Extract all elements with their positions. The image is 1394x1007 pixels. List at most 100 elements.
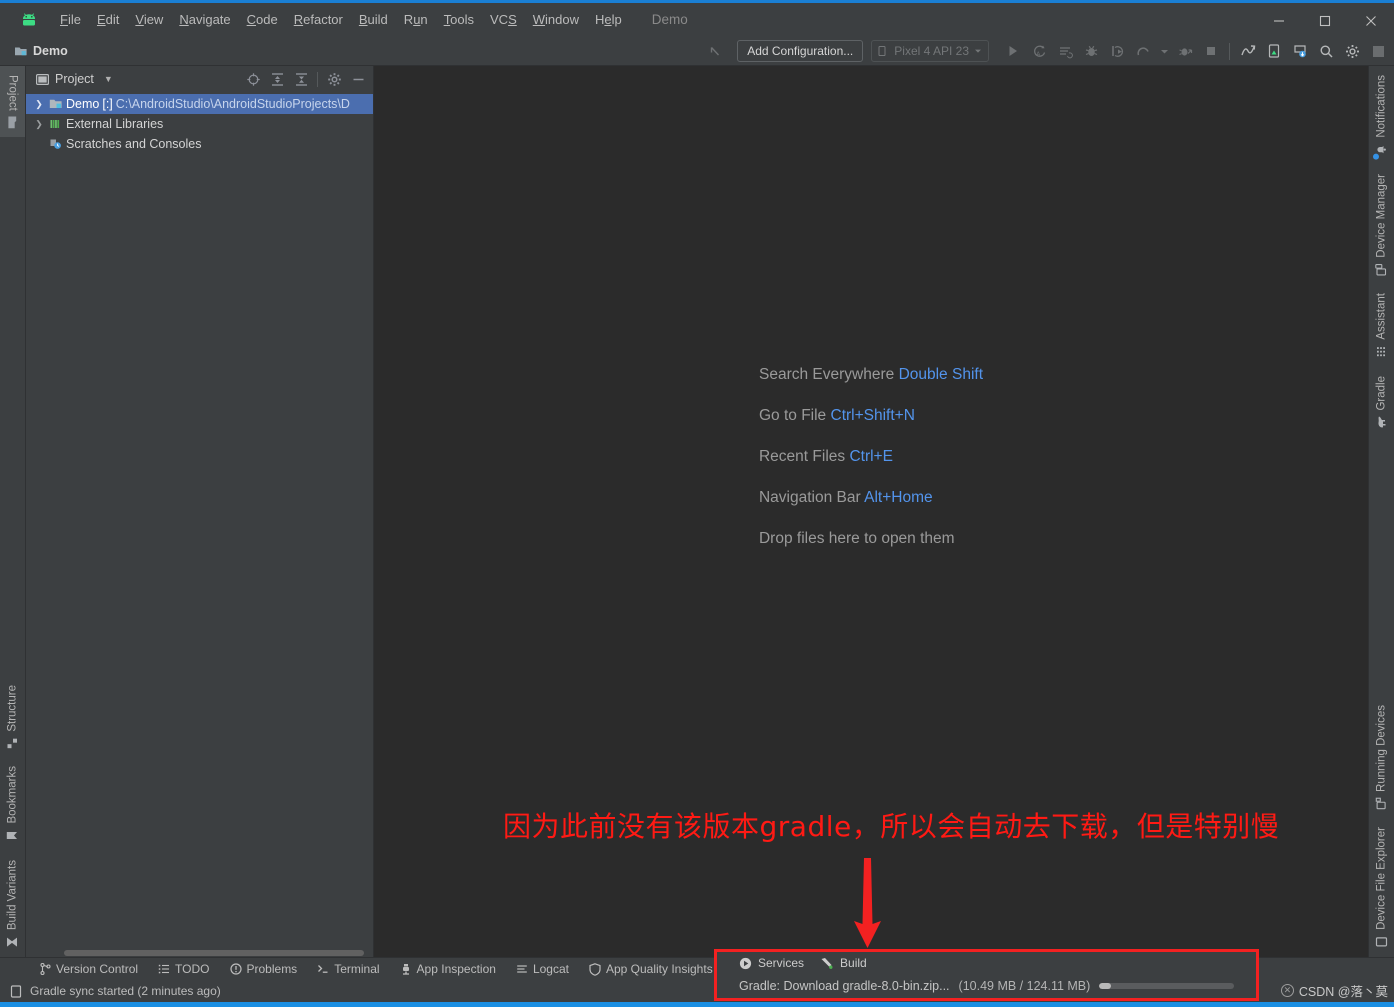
tree-row-external-libraries[interactable]: ❯ External Libraries	[26, 114, 373, 134]
menu-file[interactable]: File	[52, 9, 89, 30]
settings-gear-icon[interactable]	[323, 68, 345, 90]
bottom-tab-terminal[interactable]: Terminal	[307, 960, 389, 978]
title-bar: File Edit View Navigate Code Refactor Bu…	[0, 0, 1394, 36]
libraries-icon	[50, 120, 60, 128]
android-studio-window: File Edit View Navigate Code Refactor Bu…	[0, 0, 1394, 1007]
sidebar-item-project[interactable]: Project	[0, 66, 25, 137]
hint-go-to-file: Go to File Ctrl+Shift+N	[759, 407, 983, 425]
tree-row-scratches-and-consoles[interactable]: Scratches and Consoles	[26, 134, 373, 154]
sidebar-item-assistant[interactable]: Assistant	[1369, 284, 1394, 367]
annotation-text: 因为此前没有该版本gradle，所以会自动去下载，但是特别慢	[503, 810, 1280, 843]
terminal-icon	[318, 965, 328, 973]
add-configuration-button[interactable]: Add Configuration...	[737, 40, 864, 62]
minimize-button[interactable]	[1256, 5, 1302, 38]
sdk-manager-icon[interactable]	[1236, 39, 1260, 63]
build-tab-label: Services	[758, 956, 805, 970]
menu-refactor[interactable]: Refactor	[286, 9, 351, 30]
module-icon	[49, 99, 62, 108]
sidebar-item-running-devices[interactable]: Running Devices	[1369, 696, 1394, 818]
device-file-explorer-icon	[1375, 937, 1388, 948]
user-avatar-icon[interactable]	[1366, 39, 1390, 63]
sidebar-item-build-variants[interactable]: Build Variants	[0, 851, 25, 957]
panel-separator	[317, 71, 318, 87]
expand-all-icon[interactable]	[266, 68, 288, 90]
menu-navigate[interactable]: Navigate	[171, 9, 238, 30]
left-strip-top: Project	[0, 66, 25, 137]
settings-gear-icon[interactable]	[1340, 39, 1364, 63]
bookmarks-tab-label: Bookmarks	[6, 766, 19, 824]
menu-window[interactable]: Window	[525, 9, 587, 30]
bottom-tab-todo[interactable]: TODO	[148, 960, 219, 978]
device-selector[interactable]: Pixel 4 API 23	[871, 40, 989, 62]
bottom-tab-app-inspection[interactable]: App Inspection	[390, 960, 506, 978]
breadcrumb-label: Demo	[33, 43, 68, 58]
right-strip-bottom: Running Devices Device File Explorer	[1369, 696, 1394, 957]
warning-icon	[229, 963, 242, 975]
menu-edit[interactable]: Edit	[89, 9, 127, 30]
sidebar-item-gradle[interactable]: Gradle	[1369, 367, 1394, 437]
menu-build[interactable]: Build	[351, 9, 396, 30]
tree-row-demo[interactable]: ❯ Demo [:] C:\AndroidStudio\AndroidStudi…	[26, 94, 373, 114]
bottom-tab-label: Version Control	[56, 962, 139, 976]
debug-button[interactable]	[1079, 39, 1103, 63]
android-studio-logo	[14, 2, 44, 38]
sidebar-item-notifications[interactable]: Notifications	[1369, 66, 1394, 165]
chevron-down-icon[interactable]: ▼	[104, 74, 113, 84]
gradle-tab-label: Gradle	[1375, 376, 1388, 411]
shield-icon	[589, 962, 601, 976]
sync-gradle-icon[interactable]	[1288, 39, 1312, 63]
build-panel-tab-build[interactable]: Build	[820, 956, 867, 970]
bottom-tab-version-control[interactable]: Version Control	[30, 960, 148, 978]
bottom-tab-label: Logcat	[532, 962, 569, 976]
menu-help[interactable]: Help	[587, 9, 630, 30]
maximize-button[interactable]	[1302, 5, 1348, 38]
menu-vcs[interactable]: VCS	[482, 9, 525, 30]
project-icon	[7, 116, 18, 129]
chevron-down-icon	[975, 49, 981, 53]
close-button[interactable]	[1348, 5, 1394, 38]
menu-tools[interactable]: Tools	[436, 9, 482, 30]
menu-view[interactable]: View	[127, 9, 171, 30]
project-panel-horizontal-scrollbar[interactable]	[26, 948, 373, 957]
close-icon: ✕	[1280, 984, 1294, 997]
device-icon	[878, 46, 886, 56]
sidebar-item-device-manager[interactable]: Device Manager	[1369, 165, 1394, 285]
bottom-tab-app-quality-insights[interactable]: App Quality Insights	[579, 960, 723, 978]
run-to-cursor-icon[interactable]	[1105, 39, 1129, 63]
sidebar-item-device-file-explorer[interactable]: Device File Explorer	[1369, 818, 1394, 957]
back-arrow-icon[interactable]	[703, 39, 727, 63]
chevron-right-icon[interactable]: ❯	[32, 119, 46, 130]
hint-shortcut-0: Double Shift	[898, 366, 984, 383]
collapse-all-icon[interactable]	[290, 68, 312, 90]
bottom-tab-logcat[interactable]: Logcat	[506, 960, 579, 978]
sidebar-item-bookmarks[interactable]: Bookmarks	[0, 757, 25, 851]
assistant-icon	[1376, 346, 1388, 358]
attach-debugger-icon[interactable]	[1173, 39, 1197, 63]
profile-icon[interactable]	[1131, 39, 1155, 63]
apply-changes-icon[interactable]: A	[1027, 39, 1051, 63]
bottom-tab-problems[interactable]: Problems	[220, 960, 308, 978]
menu-run[interactable]: Run	[396, 9, 436, 30]
apply-code-changes-icon[interactable]	[1053, 39, 1077, 63]
notifications-tab-label: Notifications	[1375, 75, 1388, 138]
project-tab-label: Project	[6, 75, 19, 111]
sidebar-item-structure[interactable]: Structure	[0, 676, 25, 758]
scrollbar-thumb[interactable]	[64, 950, 364, 956]
chevron-right-icon[interactable]: ❯	[32, 99, 46, 110]
breadcrumb[interactable]: Demo	[14, 44, 68, 58]
tree-suffix-demo: [:]	[102, 97, 113, 111]
search-icon[interactable]	[1314, 39, 1338, 63]
hint-shortcut-3: Alt+Home	[864, 489, 933, 506]
services-play-icon	[739, 957, 752, 969]
run-button[interactable]	[1001, 39, 1025, 63]
menu-code[interactable]: Code	[239, 9, 286, 30]
status-message[interactable]: Gradle sync started (2 minutes ago)	[10, 984, 221, 998]
chevron-down-icon[interactable]	[1157, 39, 1171, 63]
hide-panel-icon[interactable]	[347, 68, 369, 90]
status-message-text: Gradle sync started (2 minutes ago)	[30, 984, 221, 998]
avd-manager-icon[interactable]	[1262, 39, 1286, 63]
scroll-from-source-icon[interactable]	[242, 68, 264, 90]
build-panel-tab-services[interactable]: Services	[739, 956, 804, 970]
stop-button[interactable]	[1199, 39, 1223, 63]
window-controls	[1256, 3, 1394, 39]
